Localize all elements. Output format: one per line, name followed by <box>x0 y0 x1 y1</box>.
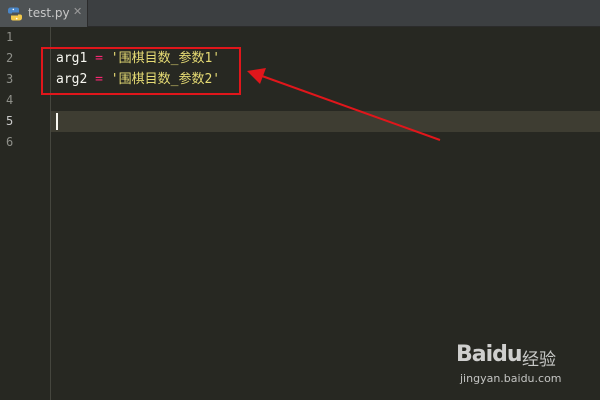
python-file-icon <box>7 6 23 22</box>
tab-test-py[interactable]: test.py ✕ <box>0 0 88 27</box>
watermark-label: 经验 <box>522 350 556 370</box>
editor-tab-bar: test.py ✕ <box>0 0 600 27</box>
line-number-current: 5 <box>6 114 14 128</box>
text-caret <box>56 113 58 130</box>
line-number: 3 <box>6 72 14 86</box>
tab-filename: test.py <box>28 6 70 20</box>
baidu-jingyan-watermark: Baidu 经验 jingyan.baidu.com <box>456 342 576 392</box>
line-number: 2 <box>6 51 14 65</box>
line-number: 6 <box>6 135 14 149</box>
line-number: 4 <box>6 93 14 107</box>
close-icon[interactable]: ✕ <box>73 5 82 18</box>
line-number: 1 <box>6 30 14 44</box>
baidu-logo: Baidu <box>456 342 523 367</box>
annotation-highlight-box <box>41 47 241 95</box>
watermark-url: jingyan.baidu.com <box>460 372 562 385</box>
current-line-highlight <box>51 111 600 132</box>
